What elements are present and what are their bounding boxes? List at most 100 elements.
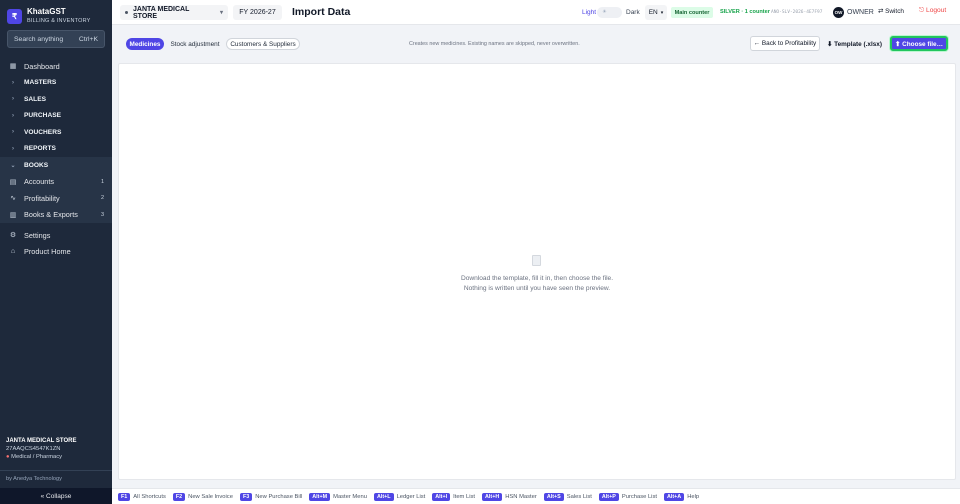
sidebar-group-sales[interactable]: › SALES [0,91,112,108]
choose-file-button[interactable]: ⬆ Choose file… [890,36,948,51]
shortcut-label: New Sale Invoice [188,493,233,500]
search-placeholder: Search anything [14,35,64,43]
tab-medicines[interactable]: Medicines [126,38,164,50]
chevron-right-icon: › [12,145,14,152]
shortcut-key: Alt+L [373,492,394,501]
sidebar-item-accounts[interactable]: ▤ Accounts 1 [0,174,112,191]
store-selector-label: JANTA MEDICAL STORE [133,5,190,20]
chevron-right-icon: › [12,96,14,103]
shortcut-key: Alt+P [598,492,619,501]
sidebar-item-settings[interactable]: ⚙ Settings [0,227,112,244]
store-name: JANTA MEDICAL STORE [6,438,77,444]
shortcut-ledger-list[interactable]: Alt+L Ledger List [373,492,426,501]
shortcut-label: Master Menu [333,493,367,500]
avatar[interactable]: OW [833,7,844,18]
logout-button[interactable]: ⎋ Logout [919,7,946,15]
shortcut-label: Ledger List [396,493,426,500]
download-template-button[interactable]: ⬇ Template (.xlsx) [825,36,884,51]
shortcut-key: F1 [118,492,131,501]
theme-light-label[interactable]: Light [582,9,596,16]
empty-state-line-2: Nothing is written until you have seen t… [463,285,611,292]
shortcut-master-menu[interactable]: Alt+M Master Menu [309,492,367,501]
theme-dark-label[interactable]: Dark [626,9,640,16]
tab-customers-suppliers[interactable]: Customers & Suppliers [226,38,300,50]
shortcut-label: Sales List [566,493,592,500]
home-icon: ⌂ [10,248,16,256]
shortcut-new-sale[interactable]: F2 New Sale Invoice [172,492,233,501]
chevron-right-icon: › [12,79,14,86]
import-preview-panel: Download the template, fill it in, then … [118,63,956,480]
sidebar-group-vouchers[interactable]: › VOUCHERS [0,124,112,141]
rupee-logo-icon: ₹ [7,8,22,24]
collapse-button[interactable]: « Collapse [0,488,112,504]
sidebar-item-count: 3 [100,211,104,218]
sidebar-group-label: VOUCHERS [24,128,62,136]
switch-button[interactable]: ⇄ Switch [878,7,904,15]
brand-name: KhataGST [27,7,66,16]
theme-toggle[interactable]: ☀ [597,7,622,18]
sidebar-item-count: 2 [100,195,104,202]
sidebar-group-books[interactable]: ⌄ BOOKS [0,157,112,174]
shortcut-key: Alt+A [663,492,685,501]
language-selector[interactable]: EN ▾ [645,5,667,20]
vendor-credit: by Anedya Technology [6,476,62,482]
counter-badge: Main counter [671,7,713,18]
sidebar-books-section: ⌄ BOOKS ▤ Accounts 1 ∿ Profitability 2 ▥… [0,157,112,223]
fiscal-year-selector[interactable]: FY 2026-27 [233,5,282,20]
shortcut-key: Alt+H [482,492,503,501]
license-id: ANO-SLV-2026-4E7F97 [771,9,823,15]
pill-icon: ● [6,454,10,460]
sidebar-item-label: Dashboard [24,61,60,71]
book-icon: ▤ [9,178,17,186]
sidebar-group-label: BOOKS [24,161,49,169]
shortcut-label: New Purchase Bill [255,493,303,500]
tab-stock-adjustment[interactable]: Stock adjustment [168,38,222,50]
brand[interactable]: ₹ KhataGST BILLING & INVENTORY [7,7,91,25]
back-to-profitability-button[interactable]: ← Back to Profitability [750,36,820,51]
shortcut-all[interactable]: F1 All Shortcuts [118,492,166,501]
shortcut-purchase-list[interactable]: Alt+P Purchase List [598,492,657,501]
shortcut-new-purchase[interactable]: F3 New Purchase Bill [239,492,303,501]
ledger-icon: ▥ [9,211,17,219]
brand-subtitle: BILLING & INVENTORY [27,18,91,24]
sidebar-item-dashboard[interactable]: ▦ Dashboard [0,58,112,75]
sidebar-item-books-exports[interactable]: ▥ Books & Exports 3 [0,207,112,224]
sidebar-item-profitability[interactable]: ∿ Profitability 2 [0,190,112,207]
chevron-right-icon: › [12,129,14,136]
shortcut-key: Alt+S [543,492,564,501]
sidebar-group-label: PURCHASE [24,112,62,120]
shortcut-key: Alt+M [309,492,331,501]
shortcut-label: Item List [453,493,476,500]
shortcut-hsn-master[interactable]: Alt+H HSN Master [482,492,537,501]
sidebar-item-label: Books & Exports [24,210,78,220]
sidebar-nav: ▦ Dashboard › MASTERS › SALES › PURCHASE… [0,58,112,260]
sidebar-group-label: SALES [24,95,46,103]
sidebar-group-masters[interactable]: › MASTERS [0,75,112,92]
sidebar-item-label: Profitability [24,193,60,203]
sidebar-item-label: Accounts [24,177,55,187]
document-icon [532,255,541,266]
shortcut-key: Alt+I [432,492,451,501]
shortcut-bar: F1 All Shortcuts F2 New Sale Invoice F3 New… [112,488,960,504]
import-toolbar: Medicines Stock adjustment Customers & S… [112,33,960,55]
shortcut-sales-list[interactable]: Alt+S Sales List [543,492,592,501]
sidebar-group-purchase[interactable]: › PURCHASE [0,108,112,125]
shortcut-label: All Shortcuts [133,493,166,500]
sidebar-item-product-home[interactable]: ⌂ Product Home [0,244,112,261]
search-shortcut: Ctrl+K [78,35,98,43]
sidebar-group-label: REPORTS [24,145,56,153]
shortcut-item-list[interactable]: Alt+I Item List [432,492,476,501]
store-type-label: Medical / Pharmacy [11,454,63,460]
chevron-right-icon: › [12,112,14,119]
gear-icon: ⚙ [9,232,17,240]
search-input[interactable]: Search anything Ctrl+K [7,30,105,48]
shortcut-label: HSN Master [505,493,537,500]
chevron-down-icon: ▾ [660,9,664,16]
user-role: OWNER [847,9,874,16]
shortcut-key: F2 [172,492,186,501]
divider [0,470,112,471]
shortcut-key: F3 [239,492,253,501]
store-selector[interactable]: JANTA MEDICAL STORE ▾ [120,5,228,20]
sidebar-group-reports[interactable]: › REPORTS [0,141,112,158]
shortcut-help[interactable]: Alt+A Help [663,492,699,501]
